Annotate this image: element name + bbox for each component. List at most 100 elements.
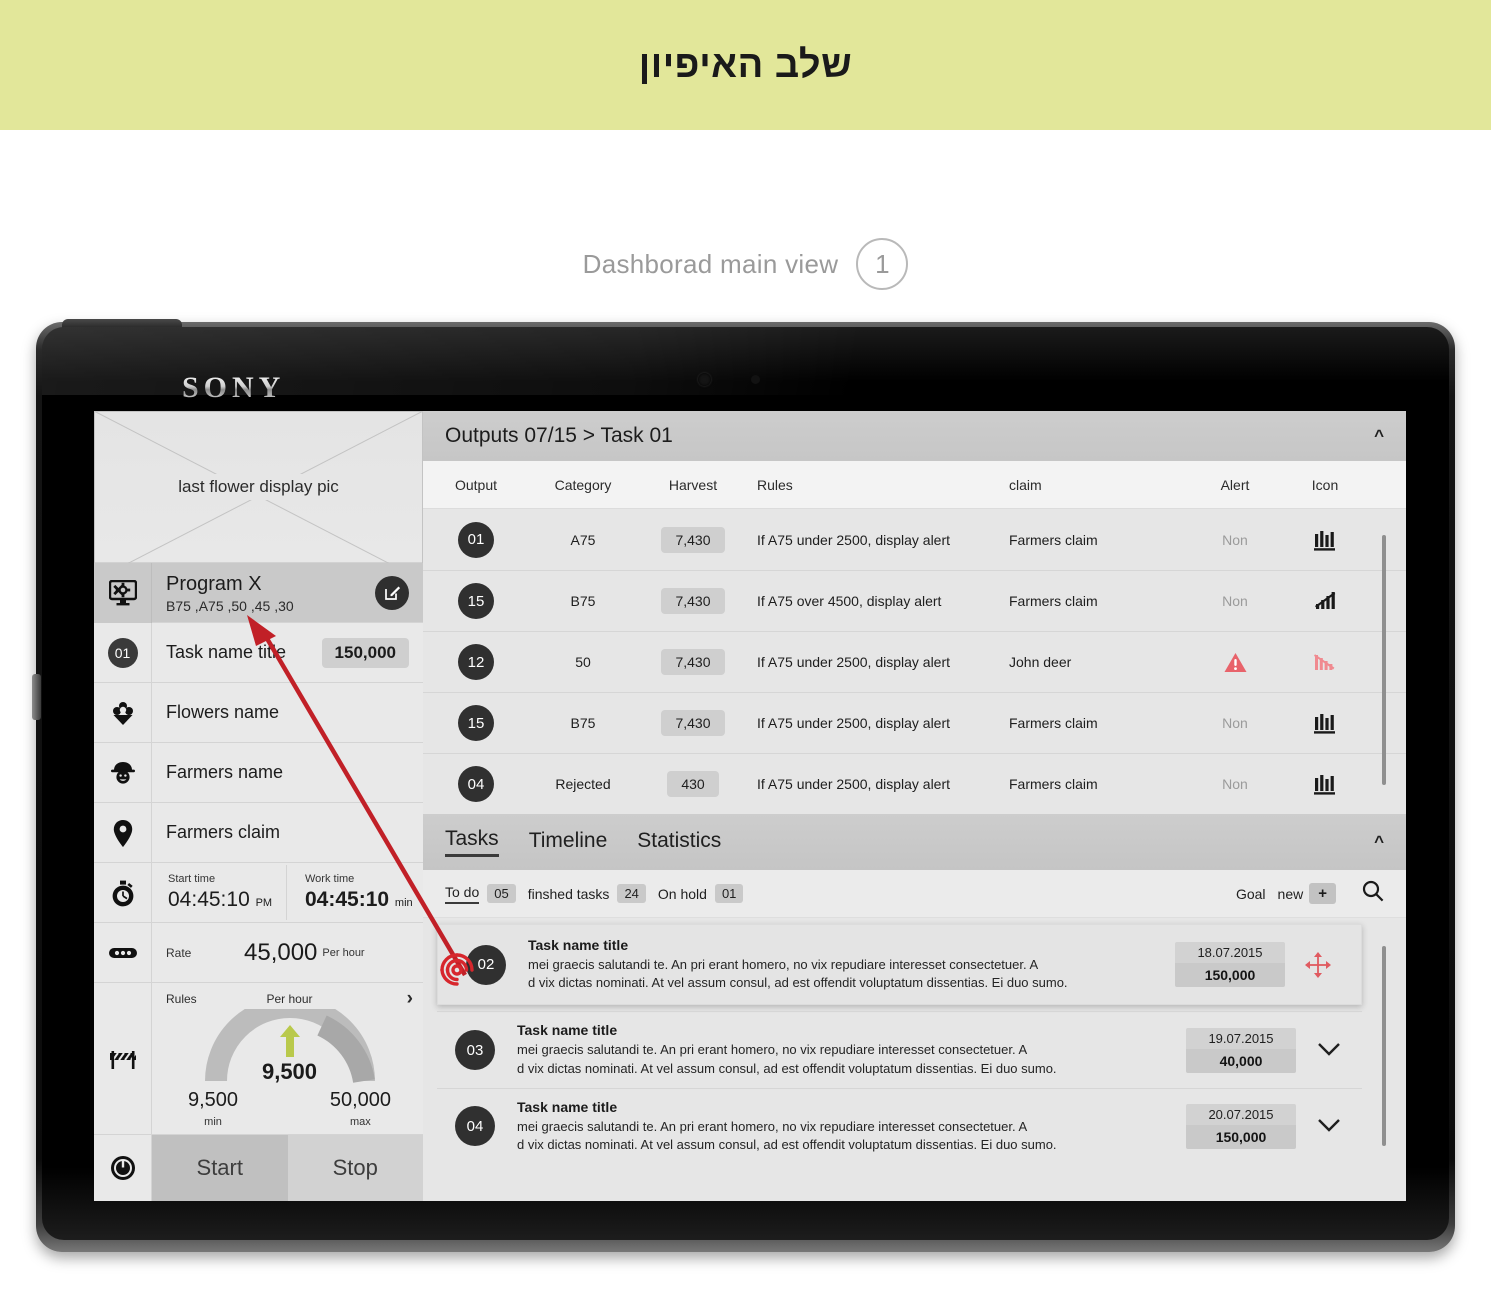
task-amount: 150,000 (1186, 1124, 1296, 1149)
search-icon[interactable] (1362, 880, 1384, 907)
sidebar-row-rules[interactable]: Rules Per hour › 9,500 9,500 min 50,000 … (94, 983, 423, 1135)
sidebar-row-farmers[interactable]: Farmers name (94, 743, 423, 803)
bar-chart-rising-icon[interactable] (1281, 589, 1369, 613)
tablet-device: SONY last flower display pic Program X B… (32, 319, 1455, 1252)
gauge-min-label: min (204, 1116, 222, 1128)
chevron-up-icon[interactable]: ^ (1374, 426, 1384, 446)
barrier-icon (94, 983, 152, 1135)
rate-icon (94, 923, 152, 983)
flower-image-placeholder[interactable]: last flower display pic (94, 411, 423, 581)
chevron-down-icon[interactable] (1296, 1119, 1362, 1133)
gauge-max: 50,000 max (330, 1089, 391, 1130)
new-task-button[interactable]: new + (1278, 883, 1336, 904)
table-row[interactable]: 04 Rejected 430 If A75 under 2500, displ… (423, 753, 1406, 814)
bar-chart-falling-icon[interactable] (1281, 650, 1369, 674)
tab-timeline[interactable]: Timeline (529, 829, 608, 856)
tasks-tabs-header: Tasks Timeline Statistics ^ (423, 814, 1406, 870)
task-number-badge: 01 (94, 623, 152, 683)
gauge-max-label: max (350, 1116, 371, 1128)
output-number: 01 (458, 521, 494, 558)
filter-onhold-count: 01 (714, 884, 744, 903)
task-number: 04 (455, 1106, 495, 1147)
filter-todo-count: 05 (487, 884, 516, 903)
chevron-right-icon[interactable]: › (407, 988, 413, 1010)
gauge-min: 9,500 min (188, 1089, 238, 1130)
left-sidebar: last flower display pic Program X B75 ,A… (94, 411, 423, 1201)
chevron-up-icon[interactable]: ^ (1374, 832, 1384, 852)
cell-claim: John deer (1009, 654, 1072, 670)
table-row[interactable]: 12 50 7,430 If A75 under 2500, display a… (423, 631, 1406, 692)
work-time-unit: min (394, 897, 413, 909)
sidebar-row-rate[interactable]: Rate 45,000 Per hour (94, 923, 423, 983)
filter-finished[interactable]: finshed tasks 24 (528, 884, 646, 903)
start-button[interactable]: Start (152, 1135, 288, 1201)
stop-button[interactable]: Stop (287, 1135, 423, 1201)
table-row[interactable]: 01 A75 7,430 If A75 under 2500, display … (423, 509, 1406, 570)
sidebar-row-time[interactable]: Start time 04:45:10 PM Work time 04:45:1… (94, 863, 423, 923)
sidebar-row-flowers[interactable]: Flowers name (94, 683, 423, 743)
tasks-scrollbar[interactable] (1382, 946, 1386, 1146)
start-time-label: Start time (168, 873, 216, 885)
cell-alert: Non (1222, 593, 1248, 609)
table-row[interactable]: 15 B75 7,430 If A75 under 2500, display … (423, 692, 1406, 753)
rate-unit: Per hour (322, 946, 365, 959)
sidebar-row-task[interactable]: 01 Task name title 150,000 (94, 623, 423, 683)
outputs-scrollbar[interactable] (1382, 535, 1386, 785)
chevron-down-icon[interactable] (1296, 1043, 1362, 1057)
task-desc-line1: mei graecis salutandi te. An pri erant h… (517, 1042, 1028, 1058)
sidebar-row-program[interactable]: Program X B75 ,A75 ,50 ,45 ,30 (94, 563, 423, 623)
filter-todo[interactable]: To do 05 (445, 884, 516, 904)
program-title: Program X (166, 572, 262, 595)
cell-category: Rejected (555, 776, 611, 792)
power-icon[interactable] (94, 1135, 152, 1201)
work-time-cell: Work time 04:45:10 min (286, 865, 423, 920)
tasks-list: 02 Task name title mei graecis salutandi… (423, 918, 1406, 1201)
cell-alert: Non (1222, 776, 1248, 792)
cell-category: B75 (570, 593, 596, 609)
claim-label: Farmers claim (166, 822, 281, 842)
list-item[interactable]: 03 Task name title mei graecis salutandi… (437, 1011, 1362, 1087)
tablet-side-button[interactable] (32, 674, 41, 720)
sidebar-row-claim[interactable]: Farmers claim (94, 803, 423, 863)
flower-icon (94, 683, 152, 743)
task-desc-line2: d vix dictas nominati. At vel assum cons… (528, 975, 1068, 991)
caption-label: Dashborad main view (582, 248, 839, 279)
cell-alert: Non (1222, 531, 1248, 548)
task-date: 19.07.2015 (1186, 1027, 1296, 1049)
task-badge-label: 01 (107, 638, 138, 668)
rate-gauge: 9,500 (166, 1009, 413, 1087)
cell-rules: If A75 under 2500, display alert (757, 715, 951, 731)
start-time-unit: PM (255, 897, 273, 909)
task-row-label: Task name title (166, 642, 287, 662)
new-label: new (1277, 885, 1304, 902)
sensor-icon (751, 375, 760, 384)
gauge-current-value: 9,500 (261, 1059, 318, 1084)
tab-statistics[interactable]: Statistics (637, 829, 721, 856)
filter-onhold[interactable]: On hold 01 (658, 884, 744, 903)
sidebar-row-controls: Start Stop (94, 1135, 423, 1201)
output-number: 15 (458, 705, 494, 741)
outputs-table-header: Output Category Harvest Rules claim Aler… (423, 461, 1406, 509)
bar-chart-icon[interactable] (1281, 711, 1369, 735)
tab-tasks[interactable]: Tasks (445, 827, 499, 857)
cell-rules: If A75 under 2500, display alert (757, 654, 951, 670)
table-row[interactable]: 15 B75 7,430 If A75 over 4500, display a… (423, 570, 1406, 631)
cell-rules: If A75 under 2500, display alert (757, 776, 951, 792)
gauge-unit-label: Per hour (266, 992, 313, 1006)
edit-program-button[interactable] (375, 575, 409, 610)
outputs-section-header[interactable]: Outputs 07/15 > Task 01 ^ (423, 411, 1406, 461)
move-arrows-icon[interactable] (1285, 951, 1351, 978)
work-time-value: 04:45:10 (305, 888, 390, 911)
list-item[interactable]: 02 Task name title mei graecis salutandi… (437, 924, 1362, 1006)
cell-harvest: 430 (667, 771, 719, 797)
col-header-category: Category (554, 476, 612, 493)
page-banner: שלב האיפיון (0, 0, 1491, 130)
alert-warning-icon[interactable] (1189, 652, 1281, 673)
output-number: 15 (458, 583, 494, 619)
list-item[interactable]: 04 Task name title mei graecis salutandi… (437, 1087, 1362, 1164)
goal-label: Goal (1235, 885, 1266, 902)
bar-chart-icon[interactable] (1281, 528, 1369, 552)
cell-harvest: 7,430 (661, 526, 725, 553)
cell-harvest: 7,430 (661, 649, 725, 675)
bar-chart-icon[interactable] (1281, 772, 1369, 796)
